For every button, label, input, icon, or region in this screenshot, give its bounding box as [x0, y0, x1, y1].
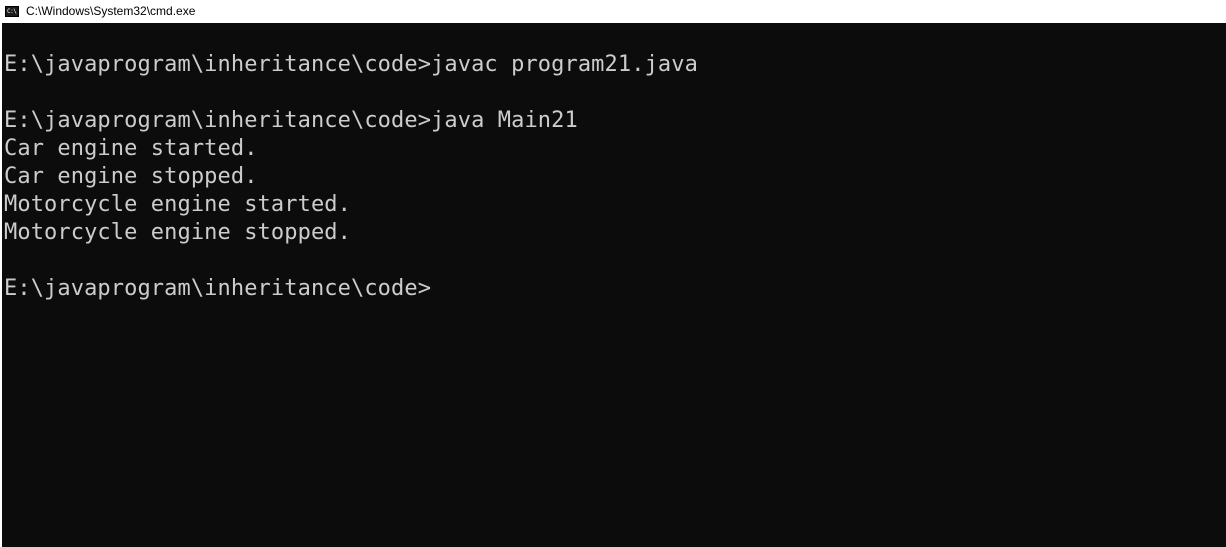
cmd-icon: C:\	[5, 6, 19, 17]
console-line: E:\javaprogram\inheritance\code>java Mai…	[4, 108, 578, 133]
console-line: Motorcycle engine stopped.	[4, 220, 351, 245]
console-line: Car engine started.	[4, 136, 258, 161]
console-line: Car engine stopped.	[4, 164, 258, 189]
cmd-window: C:\ C:\Windows\System32\cmd.exe E:\javap…	[0, 0, 1226, 547]
command-prompt[interactable]: E:\javaprogram\inheritance\code>	[4, 275, 698, 303]
console-line: Motorcycle engine started.	[4, 192, 351, 217]
console-line: E:\javaprogram\inheritance\code>javac pr…	[4, 52, 698, 77]
title-bar[interactable]: C:\ C:\Windows\System32\cmd.exe	[0, 0, 1226, 23]
console-lines: E:\javaprogram\inheritance\code>javac pr…	[4, 51, 698, 303]
console-output[interactable]: E:\javaprogram\inheritance\code>javac pr…	[2, 23, 1226, 547]
window-title: C:\Windows\System32\cmd.exe	[26, 4, 196, 18]
